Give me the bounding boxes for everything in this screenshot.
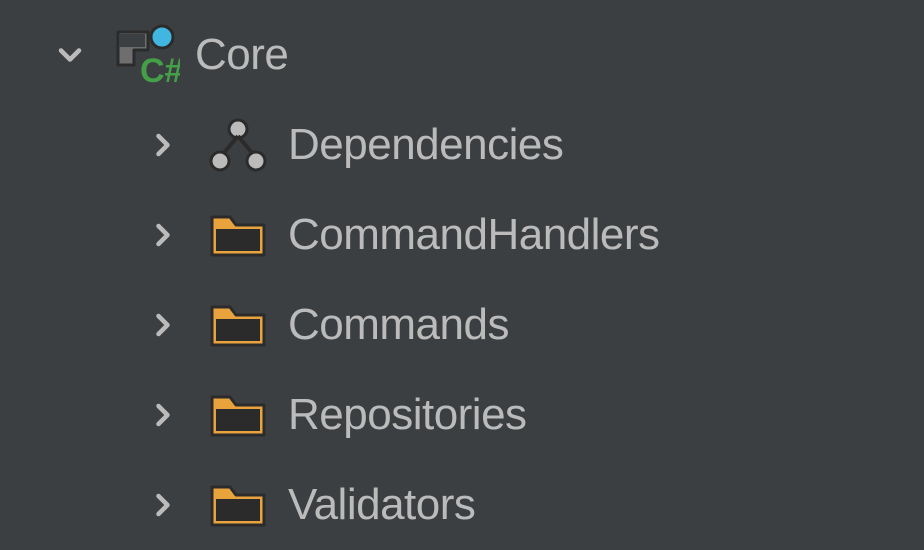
chevron-right-icon bbox=[143, 215, 183, 255]
node-label: Repositories bbox=[288, 390, 527, 440]
node-label: Dependencies bbox=[288, 120, 563, 170]
project-tree: C# Core Dependencies bbox=[0, 0, 924, 550]
node-label: CommandHandlers bbox=[288, 210, 660, 260]
project-node-commandhandlers[interactable]: CommandHandlers bbox=[0, 190, 924, 280]
folder-icon bbox=[203, 290, 273, 360]
node-label: Commands bbox=[288, 300, 509, 350]
project-label: Core bbox=[195, 30, 288, 80]
project-node-repositories[interactable]: Repositories bbox=[0, 370, 924, 460]
chevron-down-icon bbox=[50, 35, 90, 75]
chevron-right-icon bbox=[143, 485, 183, 525]
svg-text:C#: C# bbox=[140, 52, 180, 90]
chevron-right-icon bbox=[143, 395, 183, 435]
node-label: Validators bbox=[288, 480, 475, 530]
chevron-right-icon bbox=[143, 125, 183, 165]
project-node-core[interactable]: C# Core bbox=[0, 10, 924, 100]
project-node-dependencies[interactable]: Dependencies bbox=[0, 100, 924, 190]
folder-icon bbox=[203, 200, 273, 270]
chevron-right-icon bbox=[143, 305, 183, 345]
project-node-validators[interactable]: Validators bbox=[0, 460, 924, 550]
folder-icon bbox=[203, 470, 273, 540]
dependencies-icon bbox=[203, 110, 273, 180]
project-node-commands[interactable]: Commands bbox=[0, 280, 924, 370]
folder-icon bbox=[203, 380, 273, 450]
csharp-project-icon: C# bbox=[110, 20, 180, 90]
